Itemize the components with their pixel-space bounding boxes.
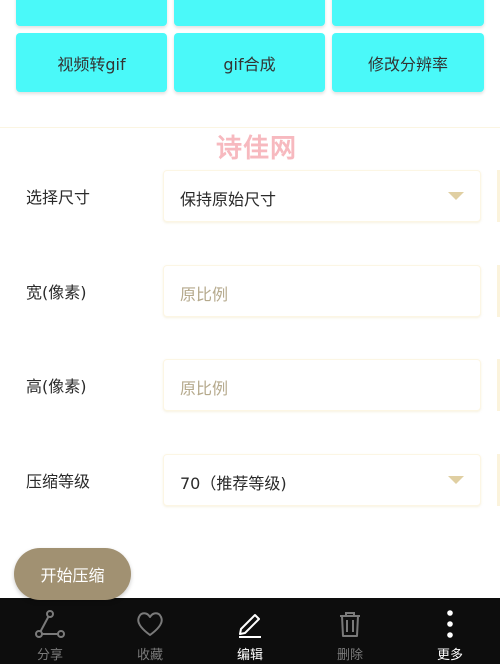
change-resolution-label: 修改分辨率: [367, 54, 448, 74]
nav-delete-label: 删除: [336, 648, 363, 663]
tool-grid: 视频转gif gif合成 修改分辨率: [0, 0, 500, 128]
level-select[interactable]: 70（推荐等级): [163, 454, 481, 506]
trash-icon: [334, 608, 366, 640]
width-input[interactable]: 原比例: [163, 265, 481, 317]
gif-compose-label: gif合成: [223, 54, 276, 74]
heart-icon: [134, 608, 166, 640]
size-select[interactable]: 保持原始尺寸: [163, 170, 481, 222]
size-label: 选择尺寸: [26, 188, 91, 207]
nav-favorite-label: 收藏: [136, 648, 163, 663]
nav-more-label: 更多: [436, 648, 463, 663]
tool-button-top-2[interactable]: [174, 0, 325, 26]
gif-compose-button[interactable]: gif合成: [174, 33, 325, 92]
level-label: 压缩等级: [26, 472, 91, 491]
height-input[interactable]: 原比例: [163, 359, 481, 411]
video-to-gif-button[interactable]: 视频转gif: [16, 33, 167, 92]
size-select-value: 保持原始尺寸: [180, 190, 277, 209]
nav-share[interactable]: 分享: [0, 598, 100, 664]
edit-pencil-icon: [234, 608, 266, 640]
dropdown-arrow-icon: [448, 476, 464, 484]
start-compress-button[interactable]: 开始压缩: [14, 548, 131, 600]
tool-button-top-1[interactable]: [16, 0, 167, 26]
more-vertical-icon: [434, 608, 466, 640]
change-resolution-button[interactable]: 修改分辨率: [332, 33, 484, 92]
share-icon: [34, 608, 66, 640]
height-label: 高(像素): [26, 377, 87, 396]
watermark-text: 诗佳网: [216, 134, 298, 164]
video-to-gif-label: 视频转gif: [57, 54, 126, 74]
width-input-placeholder: 原比例: [180, 285, 229, 304]
dropdown-arrow-icon: [448, 192, 464, 200]
height-input-placeholder: 原比例: [180, 379, 229, 398]
tool-button-top-3[interactable]: [332, 0, 484, 26]
nav-edit-label: 编辑: [236, 648, 263, 663]
nav-share-label: 分享: [36, 648, 63, 663]
nav-edit[interactable]: 编辑: [200, 598, 300, 664]
compress-form: 诗佳网 选择尺寸 保持原始尺寸 宽(像素) 原比例 高(像素) 原比例 压缩等级…: [0, 128, 500, 598]
bottom-toolbar: 分享 收藏 编辑 删除 更多: [0, 598, 500, 664]
nav-delete[interactable]: 删除: [300, 598, 400, 664]
nav-favorite[interactable]: 收藏: [100, 598, 200, 664]
width-label: 宽(像素): [26, 283, 87, 302]
level-select-value: 70（推荐等级): [180, 474, 287, 493]
nav-more[interactable]: 更多: [400, 598, 500, 664]
